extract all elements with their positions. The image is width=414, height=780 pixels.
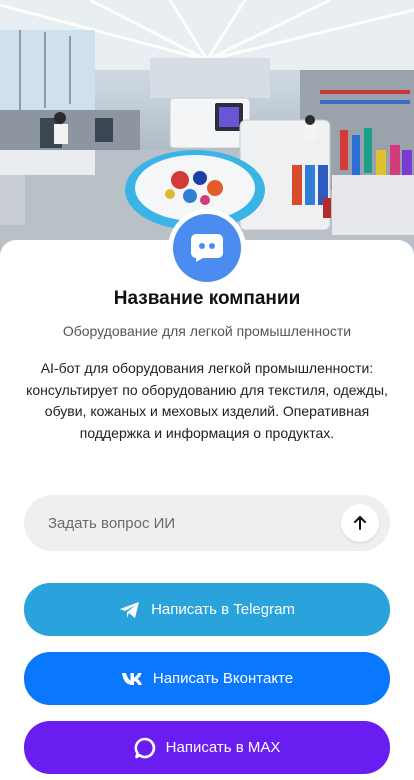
telegram-icon <box>119 601 141 619</box>
ask-ai-input[interactable] <box>24 495 324 551</box>
max-icon <box>134 737 156 759</box>
vk-button[interactable]: Написать Вконтакте <box>24 652 390 705</box>
max-button-label: Написать в MAX <box>165 739 281 756</box>
telegram-button[interactable]: Написать в Telegram <box>24 583 390 636</box>
vk-icon <box>121 672 143 686</box>
avatar-circle <box>173 214 241 282</box>
company-subtitle: Оборудование для легкой промышленности <box>62 323 352 339</box>
arrow-up-icon <box>354 516 366 530</box>
telegram-button-label: Написать в Telegram <box>151 601 295 618</box>
ask-ai-box <box>24 495 390 551</box>
company-name: Название компании <box>113 288 301 309</box>
vk-button-label: Написать Вконтакте <box>152 670 294 687</box>
company-description: AI-бот для оборудования легкой промышлен… <box>26 360 388 441</box>
send-button[interactable] <box>341 504 379 542</box>
company-avatar <box>168 209 246 287</box>
chat-bot-icon <box>191 234 223 262</box>
max-button[interactable]: Написать в MAX <box>24 721 390 774</box>
